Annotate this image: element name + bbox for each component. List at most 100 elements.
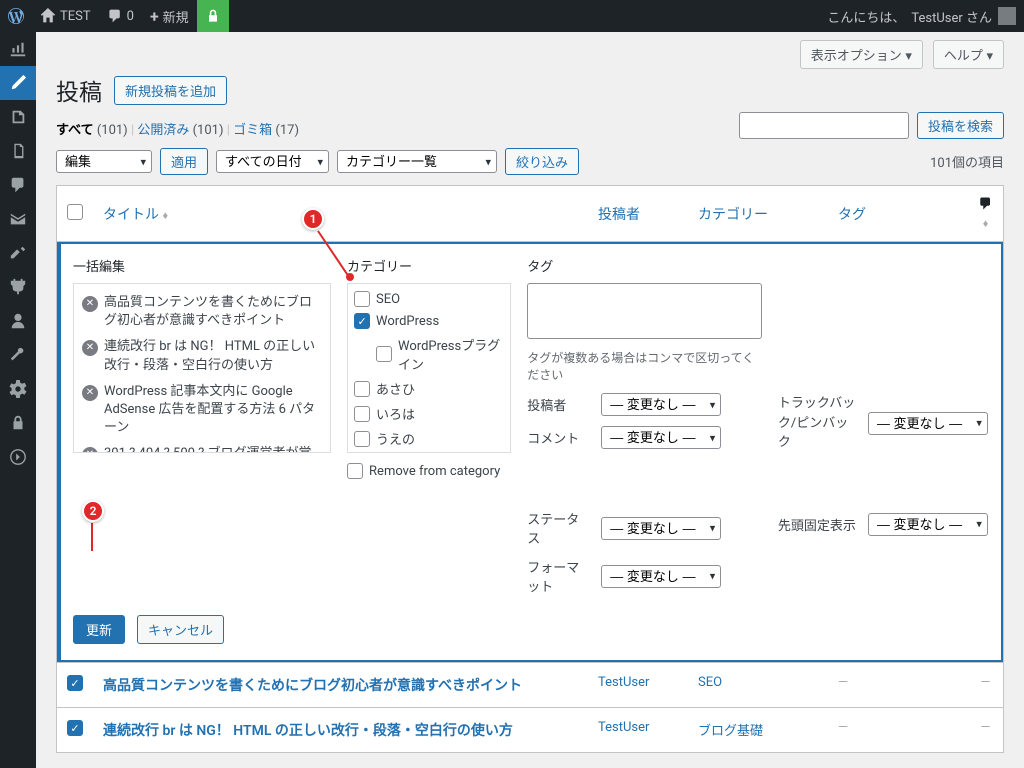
category-item: ✓WordPress bbox=[352, 310, 506, 332]
site-title: TEST bbox=[60, 9, 91, 24]
settings-icon[interactable] bbox=[0, 372, 36, 406]
category-item: WordPressプラグイン bbox=[352, 332, 506, 376]
site-home[interactable]: TEST bbox=[32, 0, 99, 32]
comment-label: コメント bbox=[527, 428, 591, 447]
remove-icon[interactable]: ✕ bbox=[82, 385, 98, 401]
column-title[interactable]: タイトル ♦ bbox=[93, 186, 588, 242]
add-new-button[interactable]: 新規投稿を追加 bbox=[114, 76, 227, 105]
appearance-icon[interactable] bbox=[0, 236, 36, 270]
annotation-1: 1 bbox=[302, 208, 324, 230]
category-link[interactable]: SEO bbox=[698, 675, 722, 690]
bulk-edit-legend: 一括編集 bbox=[73, 256, 331, 275]
remove-icon[interactable]: ✕ bbox=[82, 296, 98, 312]
column-categories: カテゴリー bbox=[688, 186, 828, 242]
category-link[interactable]: ブログ基礎 bbox=[698, 724, 763, 739]
search-button[interactable]: 投稿を検索 bbox=[917, 112, 1004, 139]
sticky-select[interactable]: — 変更なし — bbox=[868, 513, 988, 536]
comments-link[interactable]: 0 bbox=[99, 0, 142, 32]
remove-icon[interactable]: ✕ bbox=[82, 340, 98, 356]
new-content[interactable]: + 新規 bbox=[142, 0, 197, 32]
lock-icon[interactable] bbox=[197, 0, 229, 32]
pingback-select[interactable]: — 変更なし — bbox=[868, 412, 988, 435]
row-checkbox[interactable]: ✓ bbox=[67, 675, 83, 691]
bulk-tag-label: タグ bbox=[527, 256, 762, 275]
cancel-button[interactable]: キャンセル bbox=[137, 615, 224, 644]
annotation-2-line bbox=[91, 523, 93, 551]
toolbar-right[interactable]: こんにちは、 TestUser さん bbox=[827, 7, 1024, 26]
category-item: うえの bbox=[352, 426, 506, 451]
category-checkbox[interactable]: ✓ bbox=[354, 313, 370, 329]
wp-logo-icon[interactable] bbox=[0, 0, 32, 32]
table-row: ✓ 高品質コンテンツを書くためにブログ初心者が意識すべきポイント TestUse… bbox=[57, 663, 1004, 708]
category-checkbox[interactable] bbox=[376, 346, 392, 362]
comments-icon[interactable] bbox=[0, 168, 36, 202]
bulk-edit-row: 一括編集 ✕高品質コンテンツを書くためにブログ初心者が意識すべきポイント ✕連続… bbox=[57, 242, 1004, 663]
search-input[interactable] bbox=[739, 112, 909, 139]
toolbar-left: TEST 0 + 新規 bbox=[0, 0, 229, 32]
tag-hint: タグが複数ある場合はコンマで区切ってください bbox=[527, 349, 762, 383]
bulk-title-item: ✕WordPress 記事本文内に Google AdSense 広告を配置する… bbox=[80, 379, 324, 442]
collapse-icon[interactable] bbox=[0, 440, 36, 474]
row-checkbox[interactable]: ✓ bbox=[67, 720, 83, 736]
annotation-1-dot bbox=[346, 273, 354, 281]
new-label: 新規 bbox=[163, 7, 189, 26]
security-icon[interactable] bbox=[0, 406, 36, 440]
author-select[interactable]: — 変更なし — bbox=[601, 393, 721, 416]
bulk-action-select[interactable]: 編集 bbox=[56, 150, 152, 173]
post-title-link[interactable]: 連続改行 br は NG！ HTML の正しい改行・段落・空白行の使い方 bbox=[103, 723, 513, 739]
column-comments[interactable]: ♦ bbox=[968, 186, 1004, 242]
comments-cell: — bbox=[980, 675, 990, 690]
help-button[interactable]: ヘルプ ▾ bbox=[933, 40, 1004, 69]
column-author: 投稿者 bbox=[588, 186, 688, 242]
author-label: 投稿者 bbox=[527, 395, 591, 414]
category-filter-select[interactable]: カテゴリー一覧 bbox=[337, 150, 497, 173]
apply-button[interactable]: 適用 bbox=[160, 148, 208, 175]
filter-button[interactable]: 絞り込み bbox=[505, 148, 579, 175]
tools-icon[interactable] bbox=[0, 338, 36, 372]
admin-sidebar bbox=[0, 32, 36, 768]
howdy-user: TestUser さん bbox=[911, 7, 992, 26]
dashboard-icon[interactable] bbox=[0, 32, 36, 66]
remove-cat-checkbox[interactable] bbox=[347, 463, 363, 479]
view-published-count: (101) bbox=[193, 123, 224, 138]
status-select[interactable]: — 変更なし — bbox=[601, 517, 721, 540]
remove-icon[interactable]: ✕ bbox=[82, 447, 98, 453]
category-checkbox[interactable] bbox=[354, 291, 370, 307]
post-title-link[interactable]: 高品質コンテンツを書くためにブログ初心者が意識すべきポイント bbox=[103, 678, 522, 694]
bulk-tag-input[interactable] bbox=[527, 283, 762, 339]
posts-icon[interactable] bbox=[0, 66, 36, 100]
view-trash-count: (17) bbox=[275, 123, 299, 138]
author-link[interactable]: TestUser bbox=[598, 675, 649, 690]
author-link[interactable]: TestUser bbox=[598, 720, 649, 735]
select-all-checkbox[interactable] bbox=[67, 204, 83, 220]
bulk-title-item: ✕高品質コンテンツを書くためにブログ初心者が意識すべきポイント bbox=[80, 290, 324, 334]
view-all-label[interactable]: すべて bbox=[56, 123, 94, 138]
bulk-filter-controls: 編集 適用 すべての日付 カテゴリー一覧 絞り込み bbox=[56, 148, 579, 175]
status-label: ステータス bbox=[527, 509, 591, 547]
plugins-icon[interactable] bbox=[0, 270, 36, 304]
view-trash[interactable]: ゴミ箱 bbox=[233, 123, 272, 138]
annotation-2: 2 bbox=[82, 500, 104, 522]
bulk-submit-row: 更新 キャンセル bbox=[73, 615, 989, 644]
category-item: あさひ bbox=[352, 376, 506, 401]
column-tags: タグ bbox=[828, 186, 968, 242]
howdy-prefix: こんにちは、 bbox=[827, 7, 905, 26]
users-icon[interactable] bbox=[0, 304, 36, 338]
screen-options-button[interactable]: 表示オプション ▾ bbox=[800, 40, 923, 69]
update-button[interactable]: 更新 bbox=[73, 615, 125, 644]
feedback-icon[interactable] bbox=[0, 202, 36, 236]
item-count: 101個の項目 bbox=[930, 152, 1004, 171]
comment-select[interactable]: — 変更なし — bbox=[601, 426, 721, 449]
category-checkbox[interactable] bbox=[354, 431, 370, 447]
posts-table: タイトル ♦ 投稿者 カテゴリー タグ ♦ 一括編集 ✕高 bbox=[56, 185, 1004, 753]
format-select[interactable]: — 変更なし — bbox=[601, 565, 721, 588]
sort-icon: ♦ bbox=[983, 217, 989, 230]
date-filter-select[interactable]: すべての日付 bbox=[216, 150, 329, 173]
category-checkbox[interactable] bbox=[354, 406, 370, 422]
pages-icon[interactable] bbox=[0, 134, 36, 168]
category-item: SEO bbox=[352, 288, 506, 310]
view-all-count: (101) bbox=[97, 123, 128, 138]
view-published[interactable]: 公開済み bbox=[137, 123, 189, 138]
category-checkbox[interactable] bbox=[354, 381, 370, 397]
media-icon[interactable] bbox=[0, 100, 36, 134]
